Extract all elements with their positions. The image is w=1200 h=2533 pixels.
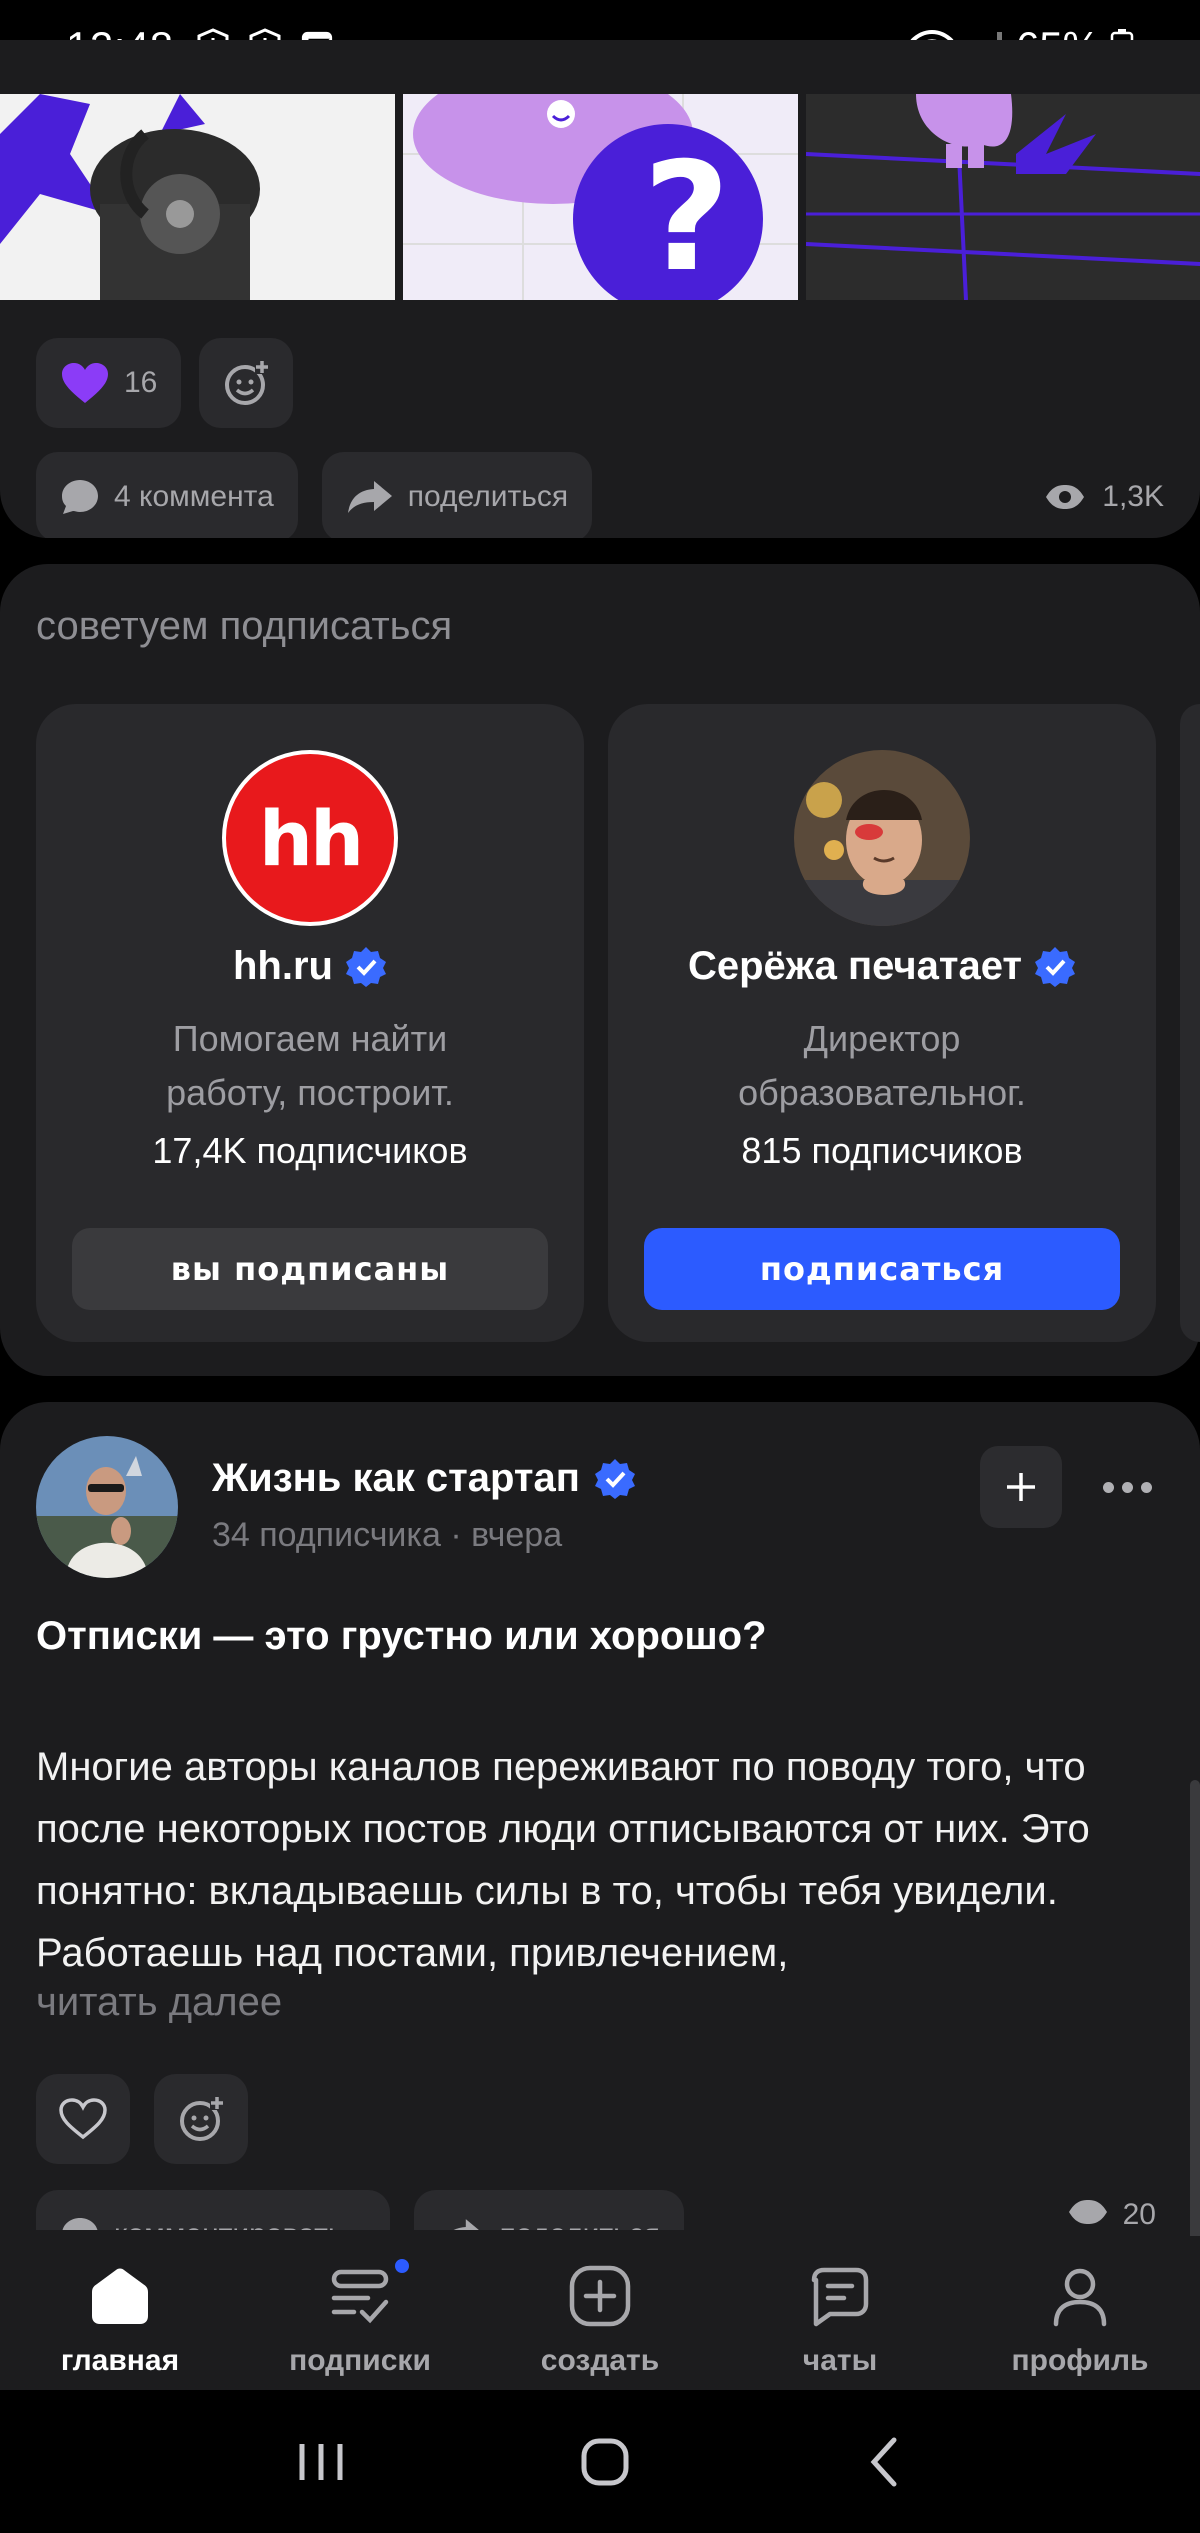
post-title: Отписки — это грустно или хорошо?	[36, 1614, 767, 1658]
person-photo-icon	[794, 750, 970, 926]
post-meta: 34 подписчика · вчера	[212, 1516, 563, 1554]
share-button[interactable]: поделиться	[321, 452, 593, 538]
author-name[interactable]: Жизнь как стартап	[212, 1456, 580, 1501]
subscribe-button[interactable]: подписаться	[644, 1228, 1120, 1310]
comment-label: комментировать	[114, 2218, 344, 2230]
author-photo-icon	[36, 1436, 178, 1578]
top-post-actions: 4 коммента поделиться 1,3K	[36, 452, 1170, 538]
channel-name: hh.ru	[36, 944, 584, 989]
share-label: поделиться	[407, 480, 569, 513]
post-reactions	[36, 2074, 248, 2164]
gallery-image-skull[interactable]	[806, 94, 1200, 300]
recent-apps-icon[interactable]	[296, 2440, 346, 2484]
add-reaction-button[interactable]	[199, 338, 294, 428]
comment-icon	[62, 480, 98, 514]
nav-profile[interactable]: профиль	[960, 2236, 1200, 2378]
nav-create[interactable]: создать	[480, 2236, 720, 2378]
share-icon	[347, 481, 392, 513]
comment-icon	[62, 2218, 98, 2230]
nav-chats[interactable]: чаты	[720, 2236, 960, 2378]
read-more-link[interactable]: читать далее	[36, 1980, 282, 2025]
views-count: 20	[1122, 2198, 1156, 2230]
nav-subscriptions-label: подписки	[289, 2344, 431, 2377]
subscriber-count: 17,4K подписчиков	[152, 1130, 468, 1171]
share-button[interactable]: поделиться	[414, 2190, 684, 2230]
channel-name: Серёжа печатает	[608, 944, 1156, 989]
hh-logo: hh	[222, 750, 398, 926]
views-counter: 20	[1067, 2190, 1166, 2230]
nav-create-label: создать	[540, 2344, 660, 2377]
add-reaction-icon	[180, 2096, 224, 2141]
suggested-subscriptions: советуем подписаться hh hh.ru Помогаем н…	[0, 564, 1200, 1376]
system-navigation-bar	[0, 2390, 1200, 2533]
add-reaction-icon	[225, 360, 270, 405]
heart-outline-icon	[59, 2098, 107, 2140]
verified-badge-icon	[345, 946, 386, 987]
svg-text:?: ?	[643, 131, 730, 300]
avatar	[794, 750, 970, 926]
suggestion-card-next-peek[interactable]	[1180, 704, 1200, 1342]
purple-heart-icon	[62, 363, 108, 403]
bottom-navigation: главная подписки создать чаты профиль	[0, 2236, 1200, 2390]
top-post-card: ? 16 4 коммента поделиться 1,3K	[0, 40, 1200, 538]
comment-button[interactable]: комментировать	[36, 2190, 390, 2230]
profile-icon	[1053, 2268, 1107, 2327]
add-reaction-button[interactable]	[154, 2074, 248, 2164]
nav-home[interactable]: главная	[0, 2236, 240, 2378]
post-image-gallery[interactable]: ?	[0, 94, 1200, 300]
like-reaction-button[interactable]: 16	[36, 338, 182, 428]
home-button-icon[interactable]	[579, 2436, 631, 2488]
more-dot-icon	[1121, 1481, 1133, 1493]
question-illustration-icon: ?	[403, 94, 798, 300]
more-dot-icon	[1140, 1481, 1152, 1493]
top-post-reactions: 16	[36, 338, 294, 428]
post-author[interactable]: Жизнь как стартап	[212, 1456, 636, 1501]
nav-chats-label: чаты	[802, 2344, 878, 2377]
verified-badge-icon	[594, 1458, 635, 1499]
post-body: Многие авторы каналов переживают по пово…	[36, 1745, 1090, 1975]
channel-description: Директор образовательног.	[738, 1018, 1026, 1113]
comments-button[interactable]: 4 коммента	[36, 452, 298, 538]
telephone-illustration-icon	[0, 94, 395, 300]
create-icon	[569, 2265, 631, 2327]
subscribed-button[interactable]: вы подписаны	[72, 1228, 548, 1310]
nav-profile-label: профиль	[1011, 2344, 1149, 2377]
comments-label: 4 коммента	[114, 480, 274, 513]
verified-badge-icon	[1035, 946, 1076, 987]
more-options-button[interactable]	[1090, 1462, 1164, 1512]
channel-description: Помогаем найти работу, построит.	[166, 1018, 454, 1113]
likes-count: 16	[124, 366, 158, 399]
gallery-image-telephone[interactable]	[0, 94, 395, 300]
gallery-image-question[interactable]: ?	[403, 94, 798, 300]
like-button[interactable]	[36, 2074, 130, 2164]
subscriber-count: 815 подписчиков	[741, 1130, 1023, 1171]
plus-icon	[1007, 1473, 1035, 1501]
notification-dot	[392, 2256, 412, 2276]
share-icon	[453, 2219, 479, 2230]
suggestion-card-hh[interactable]: hh hh.ru Помогаем найти работу, построит…	[36, 704, 584, 1342]
more-dot-icon	[1102, 1481, 1114, 1493]
chats-icon	[811, 2267, 869, 2327]
share-label: поделиться	[500, 2218, 660, 2230]
author-avatar[interactable]	[36, 1436, 178, 1578]
follow-button[interactable]	[980, 1446, 1062, 1528]
skull-illustration-icon	[806, 94, 1200, 300]
views-count: 1,3K	[1102, 480, 1164, 513]
subscriptions-icon	[331, 2269, 389, 2324]
suggestion-card-serezha[interactable]: Серёжа печатает Директор образовательног…	[608, 704, 1156, 1342]
suggestions-title: советуем подписаться	[36, 604, 453, 648]
nav-home-label: главная	[60, 2344, 180, 2377]
views-counter: 1,3K	[1044, 480, 1170, 514]
nav-subscriptions[interactable]: подписки	[240, 2236, 480, 2378]
home-icon	[92, 2268, 148, 2324]
eye-icon	[1068, 2200, 1107, 2224]
post-actions: комментировать поделиться 20	[36, 2190, 1166, 2230]
eye-icon	[1046, 485, 1085, 509]
scrollbar[interactable]	[1190, 1780, 1200, 2270]
back-icon[interactable]	[864, 2436, 904, 2488]
